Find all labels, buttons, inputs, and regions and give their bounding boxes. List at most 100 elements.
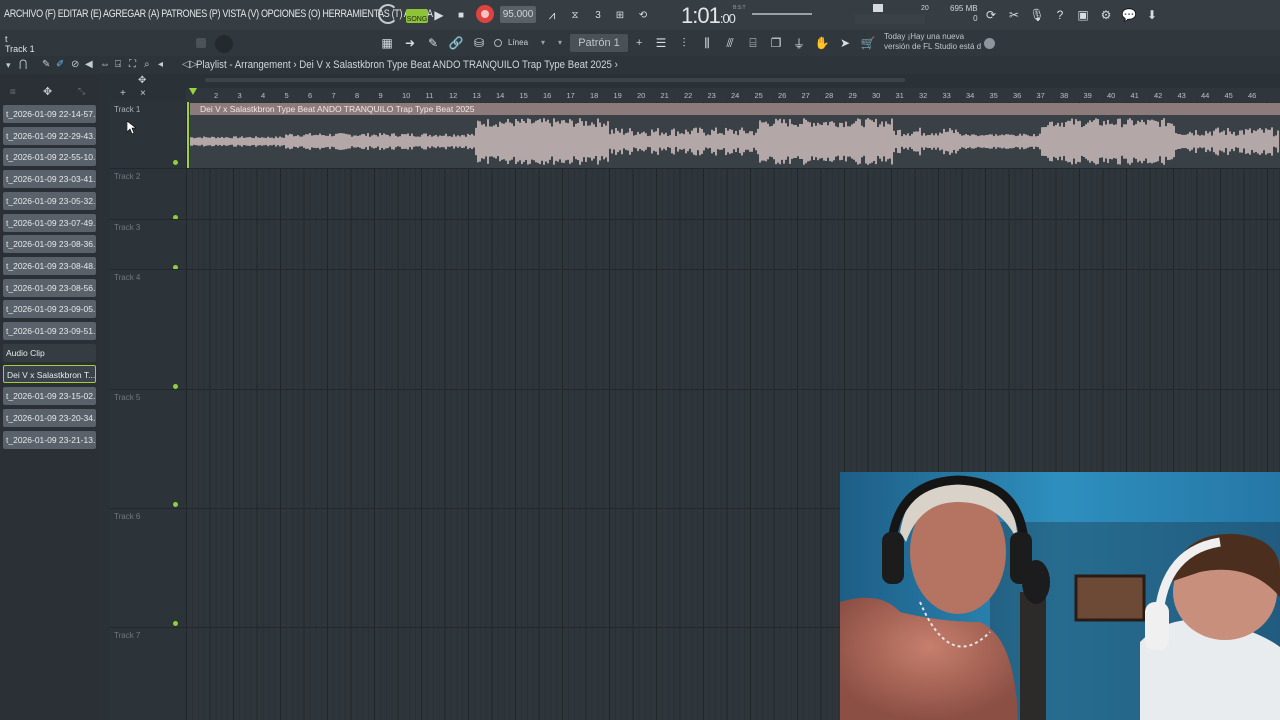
brush-icon[interactable]: ✎ [424, 34, 442, 52]
pattern-dropdown-icon[interactable]: ▾ [558, 38, 562, 47]
picker-resize-icon[interactable]: ⤡ [78, 86, 85, 97]
clip-item[interactable]: t_2026-01-09 23-09-05... [3, 300, 96, 319]
chat-icon[interactable]: 💬 [1120, 6, 1138, 24]
playlist-icon[interactable]: ☰ [652, 34, 670, 52]
clip-item[interactable]: t_2026-01-09 23-05-32... [3, 191, 96, 210]
picker-grid-icon[interactable]: ⧈ [10, 86, 16, 97]
clip-item[interactable]: t_2026-01-09 22-14-57... [3, 105, 96, 123]
track-enable-led[interactable] [173, 502, 178, 507]
slip-tool-icon[interactable]: ⇔ [100, 59, 110, 70]
slice-tool-icon[interactable]: ⍈ [115, 59, 121, 70]
microphone-icon[interactable]: 🎙 [1028, 6, 1046, 24]
plugin-database-icon[interactable]: ❐ [767, 34, 785, 52]
track-label[interactable]: Track 6 [114, 512, 140, 521]
clip-item[interactable]: t_2026-01-09 22-29-43... [3, 126, 96, 145]
clip-item[interactable]: Audio Clip [3, 343, 96, 362]
add-track-icon[interactable]: + [120, 88, 126, 99]
playlist-title[interactable]: Playlist - Arrangement › Dei V x Salastk… [196, 59, 618, 71]
snap-magnet-icon[interactable] [494, 39, 502, 47]
clip-item[interactable]: t_2026-01-09 23-07-49... [3, 213, 96, 232]
main-volume-knob[interactable] [215, 35, 233, 53]
zoom-tool-icon[interactable]: ⌕ [144, 59, 150, 70]
mixer-icon[interactable]: ⫼ [698, 34, 716, 52]
add-pattern-icon[interactable]: + [636, 37, 642, 49]
magnet-icon[interactable]: ⋂ [19, 59, 27, 70]
news-panel[interactable]: Today ¡Hay una nueva versión de FL Studi… [884, 32, 984, 52]
arrow-right-icon[interactable]: ➜ [401, 34, 419, 52]
track-label[interactable]: Track 2 [114, 172, 140, 181]
stamp-icon[interactable]: ⛁ [470, 34, 488, 52]
snap-mode-select[interactable]: Línea [508, 38, 528, 47]
wait-input-icon[interactable]: ⧖ [566, 6, 584, 24]
audio-clip-header[interactable]: Dei V x Salastkbron Type Beat ANDO TRANQ… [190, 103, 1280, 115]
clip-item[interactable]: t_2026-01-09 22-55-10... [3, 148, 96, 167]
touch-controller-icon[interactable]: ✋ [813, 34, 831, 52]
track-label[interactable]: Track 5 [114, 393, 140, 402]
select-tool-icon[interactable]: ⛶ [129, 59, 136, 70]
track-label[interactable]: Track 3 [114, 223, 140, 232]
step-edit-icon[interactable]: ⊞ [611, 6, 629, 24]
piano-roll-view-icon[interactable]: ⫻ [721, 34, 739, 52]
browser-icon[interactable]: ⌸ [744, 34, 762, 52]
channel-rack-icon[interactable]: ⫶ [675, 34, 693, 52]
record-tools-icon[interactable]: ➤ [836, 34, 854, 52]
song-position[interactable]: 1:01:00 [681, 3, 736, 29]
cut-icon[interactable]: ✂ [1005, 6, 1023, 24]
track-label[interactable]: Track 7 [114, 631, 140, 640]
globe-icon[interactable] [984, 38, 995, 49]
piano-roll-icon[interactable]: ▦ [378, 34, 396, 52]
playback-tool-icon[interactable]: ◂ [158, 59, 163, 70]
undo-history-icon[interactable]: ⟳ [982, 6, 1000, 24]
clip-item[interactable]: t_2026-01-09 23-15-02... [3, 387, 96, 406]
menu-view[interactable]: VISTA (V) [222, 8, 259, 20]
paint-tool-icon[interactable]: ✐ [56, 59, 64, 70]
pattern-selector[interactable]: Patrón 1 [570, 34, 628, 52]
track-move-icon[interactable]: ✥ [138, 75, 146, 86]
stop-button[interactable]: ■ [452, 6, 470, 24]
track-label[interactable]: Track 4 [114, 273, 140, 282]
clip-item[interactable]: t_2026-01-09 23-08-36... [3, 235, 96, 254]
playhead[interactable] [187, 102, 189, 168]
download-icon[interactable]: ⬇ [1143, 6, 1161, 24]
remove-track-icon[interactable]: × [140, 88, 146, 99]
playhead-marker-icon[interactable] [189, 88, 197, 95]
menu-add[interactable]: AGREGAR (A) [103, 8, 159, 20]
mute-tool-icon[interactable]: ◀ [85, 59, 93, 70]
clip-item[interactable]: t_2026-01-09 23-08-56... [3, 278, 96, 297]
master-pitch-slider[interactable] [752, 13, 812, 15]
countdown-icon[interactable]: 3 [589, 6, 607, 24]
clip-item[interactable]: t_2026-01-09 23-09-51... [3, 322, 96, 340]
metronome-loop-icon[interactable] [378, 4, 398, 24]
song-mode-toggle[interactable]: SONG [406, 9, 428, 23]
pencil-tool-icon[interactable]: ✎ [42, 59, 50, 70]
snap-dropdown-icon[interactable]: ▾ [541, 38, 545, 47]
record-button[interactable] [476, 5, 494, 23]
clip-item-selected[interactable]: Dei V x Salastkbron T... [3, 365, 96, 384]
clip-item[interactable]: t_2026-01-09 23-08-48... [3, 256, 96, 275]
clip-item[interactable]: t_2026-01-09 23-03-41... [3, 170, 96, 189]
loop-record-icon[interactable]: ⟲ [634, 6, 652, 24]
horizontal-scrollbar[interactable] [205, 78, 905, 82]
plugin-picker-icon[interactable]: ⏚ [790, 34, 808, 52]
help-icon[interactable]: ? [1051, 6, 1069, 24]
menu-options[interactable]: OPCIONES (O) [261, 8, 321, 20]
track-enable-led[interactable] [173, 160, 178, 165]
delete-tool-icon[interactable]: ⊘ [71, 59, 79, 70]
browser-menu-icon[interactable]: ▾ [6, 60, 11, 71]
link-icon[interactable]: 🔗 [447, 34, 465, 52]
clip-item[interactable]: t_2026-01-09 23-21-13... [3, 430, 96, 449]
tempo-display[interactable]: 95.000 [500, 6, 536, 23]
clip-item[interactable]: t_2026-01-09 23-20-34... [3, 408, 96, 427]
menu-file[interactable]: ARCHIVO (F) [4, 8, 56, 20]
picker-move-icon[interactable]: ✥ [43, 85, 52, 98]
play-button[interactable]: ▶ [430, 6, 448, 24]
menu-patterns[interactable]: PATRONES (P) [161, 8, 220, 20]
menu-edit[interactable]: EDITAR (E) [58, 8, 102, 20]
track-enable-led[interactable] [173, 621, 178, 626]
mixer-settings-icon[interactable]: ⚙ [1097, 6, 1115, 24]
save-icon[interactable]: ▣ [1074, 6, 1092, 24]
audio-clip-waveform[interactable] [190, 115, 1280, 168]
shop-icon[interactable]: 🛒 [859, 34, 877, 52]
metronome-icon[interactable]: ⩘ [543, 6, 561, 24]
track-label[interactable]: Track 1 [114, 105, 140, 114]
